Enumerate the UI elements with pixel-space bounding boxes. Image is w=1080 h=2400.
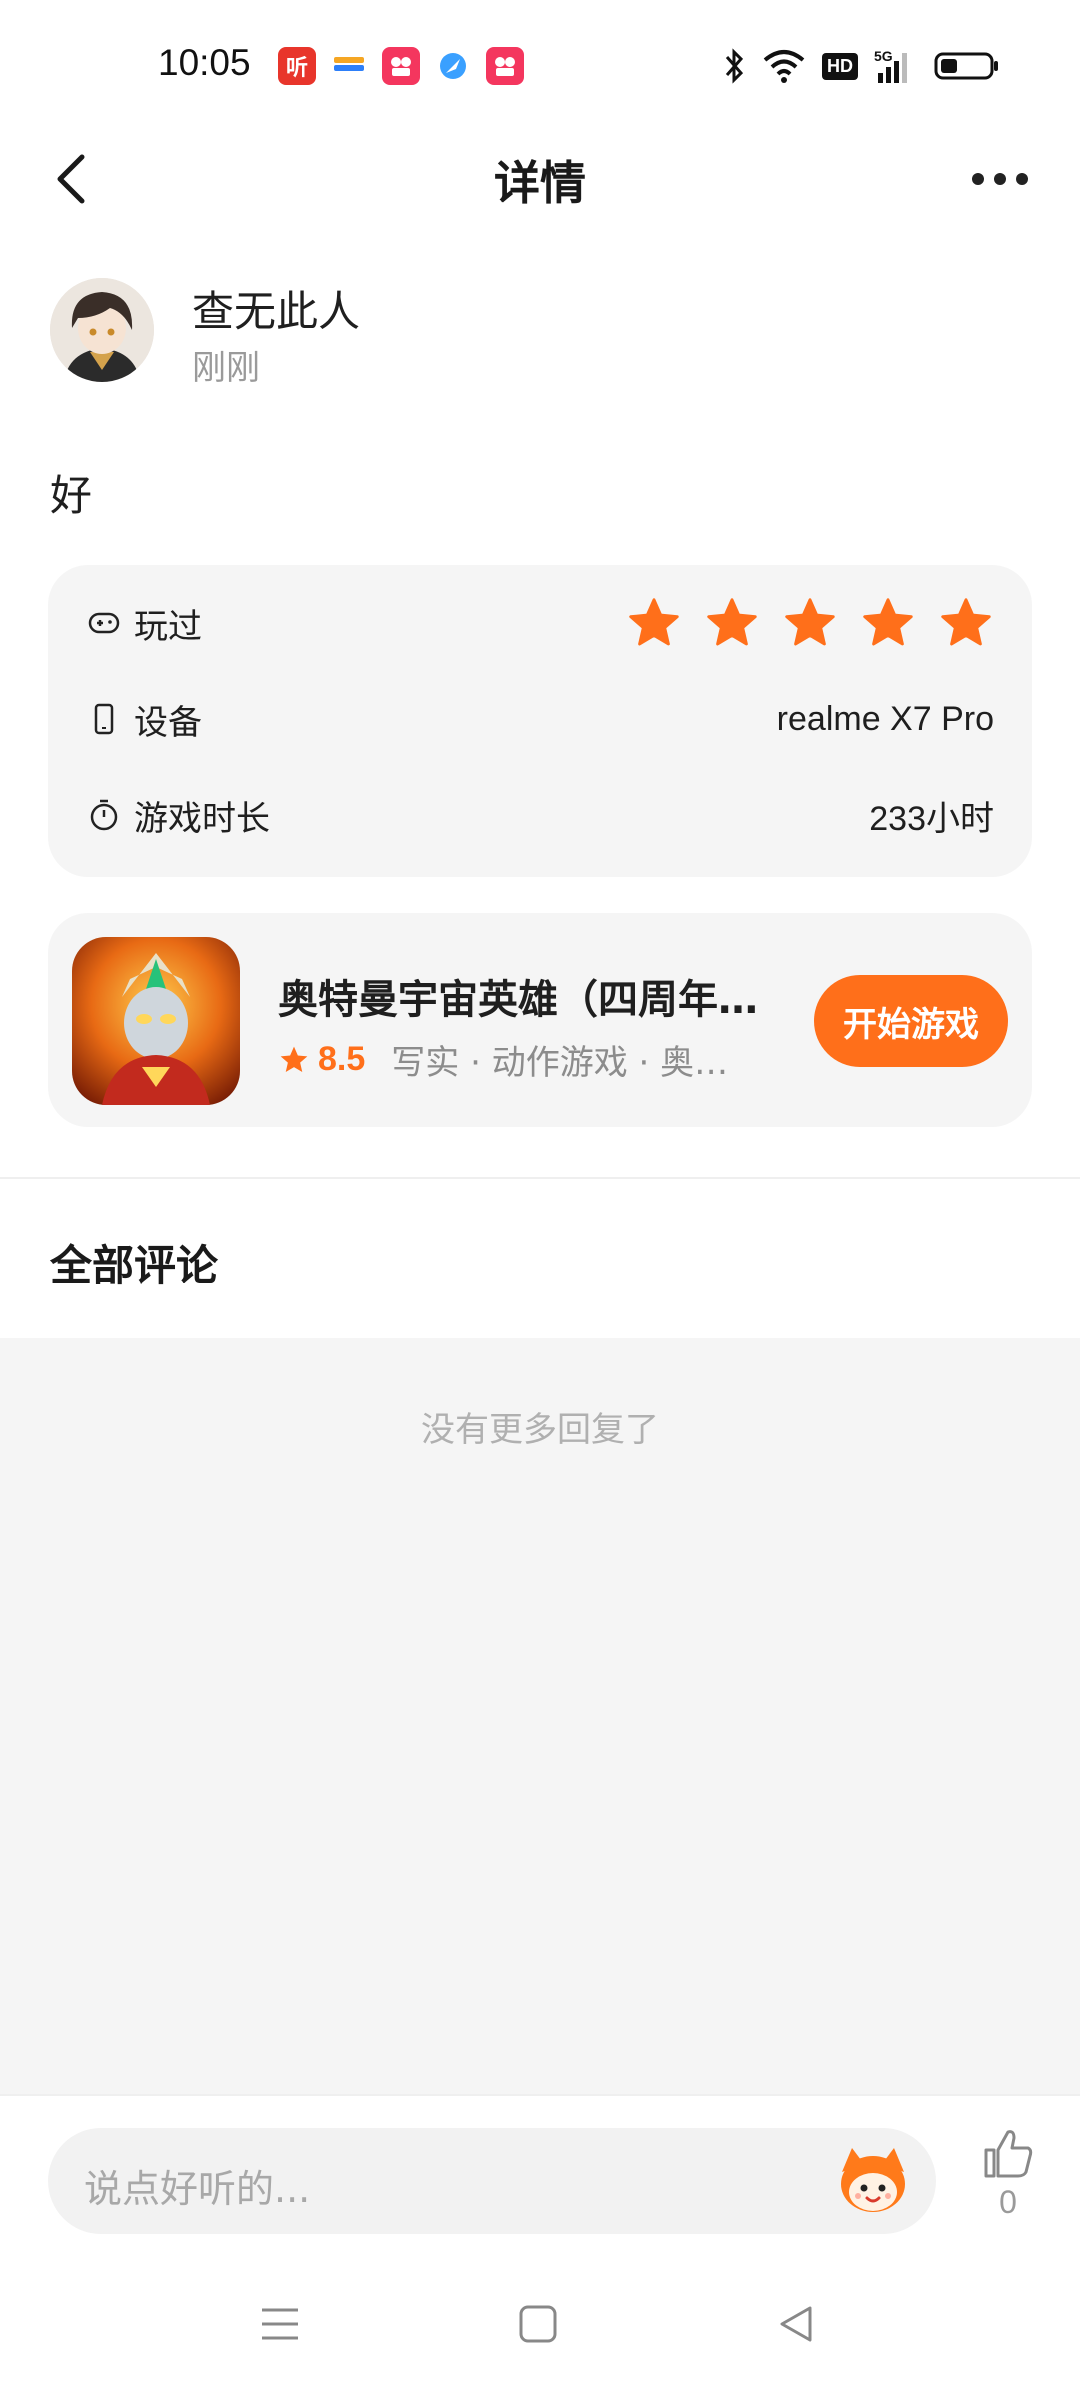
svg-text:5G: 5G: [874, 48, 893, 64]
rating-stars: [626, 595, 994, 651]
author-name[interactable]: 查无此人: [192, 278, 360, 339]
star-icon: [863, 598, 913, 646]
avatar[interactable]: [50, 278, 154, 382]
comment-input[interactable]: 说点好听的...: [48, 2128, 936, 2234]
device-label: 设备: [134, 702, 202, 743]
home-button[interactable]: [508, 2294, 568, 2354]
more-options-button[interactable]: [960, 147, 1040, 211]
played-label: 玩过: [134, 606, 202, 647]
system-navigation-bar: [0, 2254, 1080, 2400]
like-button[interactable]: 0: [972, 2126, 1044, 2236]
back-triangle-icon: [780, 2306, 812, 2342]
menu-icon: [262, 2308, 298, 2340]
star-icon: [707, 598, 757, 646]
system-back-button[interactable]: [766, 2294, 826, 2354]
bluetooth-icon: [722, 46, 746, 86]
video-app-icon: [486, 47, 524, 85]
star-icon: [785, 598, 835, 646]
star-icon: [629, 598, 679, 646]
battery-icon: [934, 50, 1000, 82]
system-indicators: HD 5G: [722, 46, 1000, 86]
playtime-value: 233小时: [869, 799, 994, 838]
post-content: 好: [50, 471, 93, 520]
notification-icons: 听: [278, 47, 524, 85]
no-more-replies-text: 没有更多回复了: [421, 1410, 659, 1450]
author-info: 查无此人 刚刚: [50, 278, 1030, 388]
device-row: 设备 realme X7 Pro: [86, 689, 994, 749]
game-title[interactable]: 奥特曼宇宙英雄（四周年…: [278, 967, 818, 1025]
star-icon: [941, 598, 991, 646]
page-title: 详情: [494, 156, 586, 210]
comment-placeholder: 说点好听的...: [84, 2167, 311, 2211]
menu-button[interactable]: [250, 2294, 310, 2354]
review-info-card: 玩过 设备 realme X7 Pro 游戏时长 233小时: [48, 565, 1032, 877]
hd-badge: HD: [822, 52, 858, 80]
device-value: realme X7 Pro: [776, 699, 994, 738]
navigation-bar: 详情: [0, 135, 1080, 225]
game-rating: 8.5: [318, 1040, 366, 1078]
phone-icon: [86, 701, 122, 737]
wallet-app-icon: [330, 47, 368, 85]
gamepad-icon: [86, 605, 122, 641]
game-card[interactable]: 奥特曼宇宙英雄（四周年… 8.5 写实 · 动作游戏 · 奥特… 开始游戏: [48, 913, 1032, 1127]
game-tags: 写实 · 动作游戏 · 奥特…: [391, 1043, 762, 1083]
comment-bar: 说点好听的... 0: [0, 2094, 1080, 2256]
comments-list: 没有更多回复了: [0, 1338, 1080, 2094]
more-dots-icon: [1016, 173, 1028, 185]
played-row: 玩过: [86, 593, 994, 653]
comments-section-title: 全部评论: [50, 1241, 219, 1290]
video-app-icon: [382, 47, 420, 85]
listen-app-icon: 听: [278, 47, 316, 85]
more-dots-icon: [994, 173, 1006, 185]
like-count: 0: [999, 2184, 1017, 2220]
game-meta: 8.5 写实 · 动作游戏 · 奥特…: [278, 1035, 761, 1084]
playtime-label: 游戏时长: [134, 798, 270, 839]
post-time: 刚刚: [192, 348, 260, 388]
stopwatch-icon: [86, 797, 122, 833]
signal-5g-icon: 5G: [874, 47, 918, 85]
emoji-mascot-icon[interactable]: [834, 2142, 912, 2220]
status-time: 10:05: [158, 42, 251, 83]
more-dots-icon: [972, 173, 984, 185]
star-icon: [280, 1046, 308, 1072]
divider: [0, 1177, 1080, 1179]
browser-app-icon: [434, 47, 472, 85]
playtime-row: 游戏时长 233小时: [86, 785, 994, 845]
start-game-button[interactable]: 开始游戏: [814, 975, 1008, 1067]
game-icon[interactable]: [72, 937, 240, 1105]
wifi-icon: [762, 48, 806, 84]
home-square-icon: [519, 2305, 557, 2343]
status-bar: 10:05 听 HD 5G: [0, 0, 1080, 135]
thumbs-up-icon: [984, 2130, 1033, 2178]
